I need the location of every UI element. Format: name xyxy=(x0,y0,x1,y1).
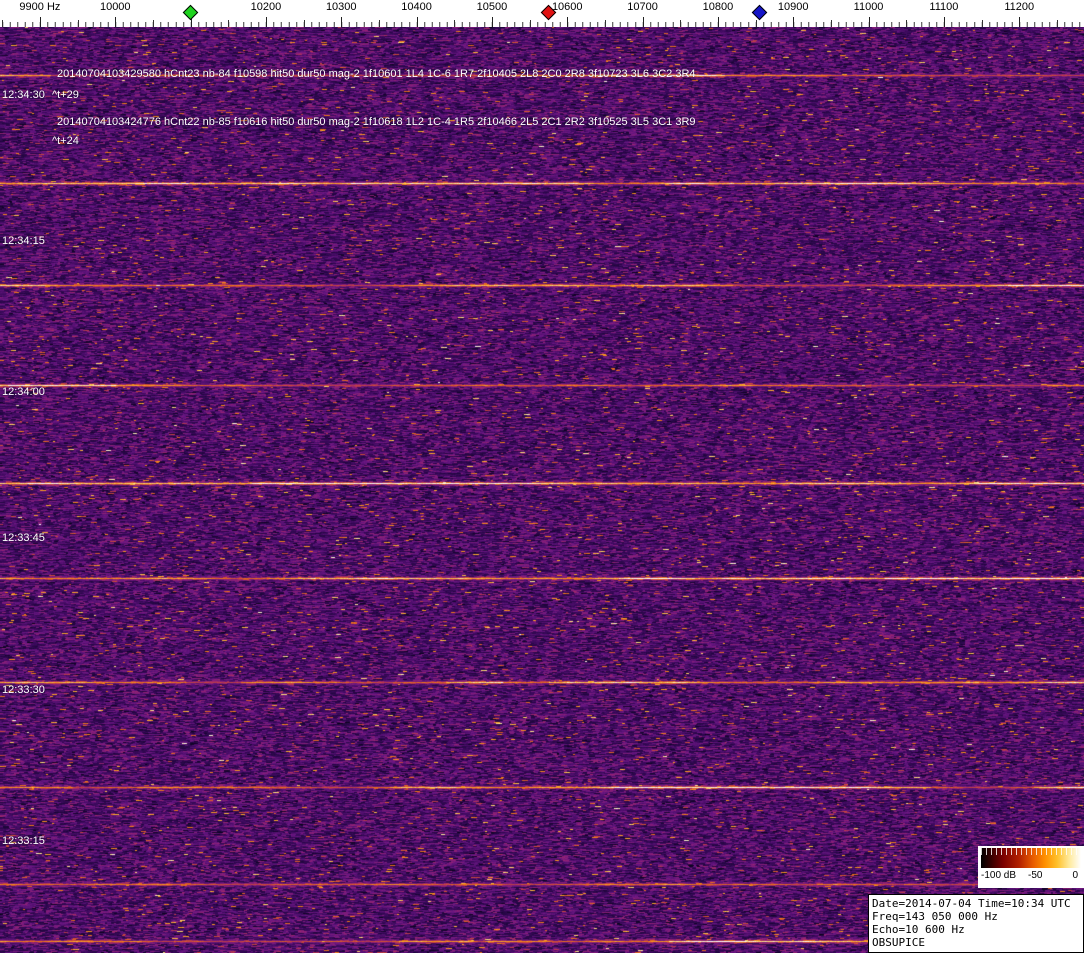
freq-medium-tick xyxy=(1056,20,1058,27)
freq-scale-label: 11000 xyxy=(853,1,884,13)
freq-marker-green-icon[interactable] xyxy=(182,4,199,21)
info-echo-line: Echo=10 600 Hz xyxy=(872,923,965,936)
legend-label-mid: -50 xyxy=(1028,870,1043,881)
info-box: Date=2014-07-04 Time=10:34 UTC Freq=143 … xyxy=(868,894,1084,953)
freq-medium-tick xyxy=(604,20,606,27)
freq-medium-tick xyxy=(755,20,757,27)
freq-scale-label: 10000 xyxy=(99,1,131,13)
freq-scale-label: 10200 xyxy=(250,1,282,13)
freq-major-tick xyxy=(567,17,569,27)
legend-label-max: 0 xyxy=(1072,870,1078,881)
info-date-line: Date=2014-07-04 Time=10:34 UTC xyxy=(872,897,1071,910)
freq-scale-label: 10600 xyxy=(551,1,583,13)
freq-major-tick xyxy=(1019,17,1021,27)
freq-major-tick xyxy=(115,17,117,27)
freq-major-tick xyxy=(341,17,343,27)
freq-medium-tick xyxy=(981,20,983,27)
freq-major-tick xyxy=(717,17,719,27)
freq-scale-label: 10900 xyxy=(777,1,809,13)
freq-scale-label: 10300 xyxy=(325,1,357,13)
freq-scale-label: 10400 xyxy=(401,1,432,13)
freq-scale-label: 10700 xyxy=(627,1,658,13)
freq-medium-tick xyxy=(906,20,908,27)
freq-medium-tick xyxy=(303,20,305,27)
freq-medium-tick xyxy=(529,20,531,27)
freq-major-tick xyxy=(943,17,945,27)
freq-major-tick xyxy=(491,17,493,27)
freq-medium-tick xyxy=(454,20,456,27)
freq-major-tick xyxy=(416,17,418,27)
freq-medium-tick xyxy=(680,20,682,27)
freq-scale-label: 10800 xyxy=(702,1,734,13)
intensity-legend: -100 dB -50 0 xyxy=(978,846,1084,888)
waterfall-canvas xyxy=(0,27,1084,953)
freq-medium-tick xyxy=(77,20,79,27)
freq-medium-tick xyxy=(830,20,832,27)
spectrogram-screen: 9900 Hz 10000 10200 10300 10400 10500 10600 107… xyxy=(0,0,1084,953)
freq-scale-label: 9900 Hz xyxy=(19,1,61,13)
info-freq-line: Freq=143 050 000 Hz xyxy=(872,910,998,923)
freq-scale-label: 10500 xyxy=(476,1,508,13)
freq-major-tick xyxy=(793,17,795,27)
legend-label-min: -100 dB xyxy=(981,870,1017,881)
freq-major-tick xyxy=(39,17,41,27)
intensity-gradient-bar xyxy=(981,848,1081,868)
frequency-scale: 9900 Hz 10000 10200 10300 10400 10500 10600 107… xyxy=(0,0,1084,27)
legend-ticks xyxy=(981,848,1081,855)
freq-scale-label: 11200 xyxy=(1004,1,1035,13)
freq-major-tick xyxy=(868,17,870,27)
info-station-line: OBSUPICE xyxy=(872,936,925,949)
freq-medium-tick xyxy=(378,20,380,27)
freq-medium-tick xyxy=(2,20,4,27)
freq-medium-tick xyxy=(228,20,230,27)
freq-scale-label: 11100 xyxy=(929,1,959,13)
frequency-scale-minor-ticks xyxy=(0,22,1084,27)
freq-major-tick xyxy=(265,17,267,27)
freq-marker-blue-icon[interactable] xyxy=(751,4,768,21)
legend-labels: -100 dB -50 0 xyxy=(980,868,1082,882)
freq-major-tick xyxy=(642,17,644,27)
freq-medium-tick xyxy=(152,20,154,27)
